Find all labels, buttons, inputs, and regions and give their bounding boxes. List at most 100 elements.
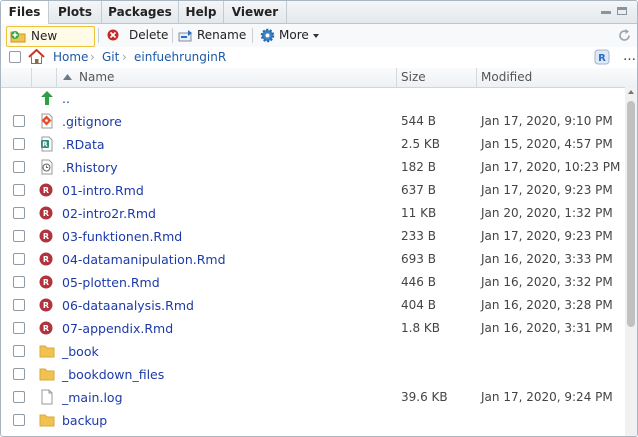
rmd-file-icon: R [39, 275, 53, 289]
file-row-checkbox[interactable] [13, 276, 25, 288]
file-row-checkbox[interactable] [13, 299, 25, 311]
rmd-file-icon: R [39, 183, 53, 197]
file-row-checkbox[interactable] [13, 414, 25, 426]
folder-icon [39, 368, 55, 381]
maximize-pane-button[interactable] [616, 6, 630, 18]
file-row-checkbox[interactable] [13, 115, 25, 127]
file-row[interactable]: R .RData 2.5 KB Jan 15, 2020, 4:57 PM [1, 133, 625, 156]
delete-label: Delete [129, 28, 169, 42]
scrollbar-thumb[interactable] [627, 101, 635, 327]
breadcrumb-git[interactable]: Git [102, 50, 119, 64]
file-name-link[interactable]: .. [62, 91, 70, 106]
go-to-directory-button[interactable]: … [623, 49, 636, 64]
file-name-link[interactable]: 04-datamanipulation.Rmd [62, 252, 226, 267]
svg-text:R: R [43, 186, 49, 195]
file-name-link[interactable]: 02-intro2r.Rmd [62, 206, 156, 221]
file-name-link[interactable]: .gitignore [62, 114, 122, 129]
file-modified: Jan 17, 2020, 9:24 PM [481, 390, 613, 404]
file-size: 544 B [401, 114, 436, 128]
file-row[interactable]: R 03-funktionen.Rmd 233 B Jan 17, 2020, 9:2… [1, 225, 625, 248]
column-divider [396, 68, 397, 87]
toolbar-divider [172, 28, 173, 43]
scroll-up-icon[interactable] [628, 90, 634, 94]
file-name-link[interactable]: 05-plotten.Rmd [62, 275, 160, 290]
breadcrumb-current[interactable]: einfuehrunginR [134, 50, 226, 64]
file-size: 404 B [401, 298, 436, 312]
file-modified: Jan 20, 2020, 1:32 PM [481, 206, 613, 220]
column-header-size[interactable]: Size [401, 68, 426, 87]
refresh-icon[interactable] [617, 28, 632, 43]
rmd-file-icon: R [39, 252, 53, 266]
file-row[interactable]: .. [1, 87, 625, 110]
maximize-icon [617, 7, 627, 15]
tab-plots[interactable]: Plots [49, 1, 102, 23]
file-row[interactable]: R 04-datamanipulation.Rmd 693 B Jan 16, 202… [1, 248, 625, 271]
folder-icon [39, 345, 55, 358]
tab-viewer[interactable]: Viewer [224, 1, 287, 23]
file-name-link[interactable]: _main.log [62, 390, 123, 405]
svg-text:R: R [43, 232, 49, 241]
column-header-modified[interactable]: Modified [481, 68, 532, 87]
svg-text:R: R [43, 324, 49, 333]
file-row[interactable]: R 01-intro.Rmd 637 B Jan 17, 2020, 9:23 PM [1, 179, 625, 202]
file-row-checkbox[interactable] [13, 368, 25, 380]
file-size: 693 B [401, 252, 436, 266]
rproject-icon[interactable]: R [594, 49, 610, 65]
file-row[interactable]: R 06-dataanalysis.Rmd 404 B Jan 16, 2020, 3… [1, 294, 625, 317]
tab-packages[interactable]: Packages [102, 1, 179, 23]
svg-text:R: R [43, 255, 49, 264]
column-header-name[interactable]: Name [79, 68, 114, 87]
file-name-link[interactable]: .Rhistory [62, 160, 118, 175]
file-row-checkbox[interactable] [13, 207, 25, 219]
tab-files[interactable]: Files [1, 1, 49, 24]
file-row-checkbox[interactable] [13, 161, 25, 173]
rmd-file-icon: R [39, 206, 53, 220]
home-icon[interactable] [28, 49, 45, 65]
file-name-link[interactable]: _book [62, 344, 99, 359]
file-name-link[interactable]: _bookdown_files [62, 367, 164, 382]
rename-button[interactable]: Rename [177, 26, 247, 45]
rmd-file-icon: R [39, 298, 53, 312]
history-file-icon [41, 159, 53, 175]
file-name-link[interactable]: 06-dataanalysis.Rmd [62, 298, 194, 313]
file-size: 39.6 KB [401, 390, 448, 404]
file-row-checkbox[interactable] [13, 345, 25, 357]
file-name-link[interactable]: 01-intro.Rmd [62, 183, 144, 198]
file-list-header: Name Size Modified [1, 68, 637, 88]
file-row-checkbox[interactable] [13, 138, 25, 150]
file-list: .. .gitignore 544 B Jan 17, 2020, 9:10 PM R.… [1, 87, 625, 436]
file-row[interactable]: .Rhistory 182 B Jan 17, 2020, 10:23 PM [1, 156, 625, 179]
rename-label: Rename [197, 28, 247, 42]
delete-icon [107, 29, 119, 41]
file-row[interactable]: .gitignore 544 B Jan 17, 2020, 9:10 PM [1, 110, 625, 133]
minimize-pane-button[interactable] [599, 6, 613, 18]
tab-help[interactable]: Help [179, 1, 224, 23]
file-row-checkbox[interactable] [13, 322, 25, 334]
file-row[interactable]: _book [1, 340, 625, 363]
files-pane: Files Plots Packages Help Viewer New Fol… [0, 0, 638, 437]
file-row[interactable]: R 05-plotten.Rmd 446 B Jan 16, 2020, 3:32 P… [1, 271, 625, 294]
file-name-link[interactable]: 07-appendix.Rmd [62, 321, 173, 336]
file-row-checkbox[interactable] [13, 391, 25, 403]
file-row[interactable]: backup [1, 409, 625, 432]
rmd-file-icon: R [39, 321, 53, 335]
more-menu-button[interactable]: More [259, 26, 323, 45]
select-all-checkbox[interactable] [9, 51, 21, 63]
file-row[interactable]: _main.log 39.6 KB Jan 17, 2020, 9:24 PM [1, 386, 625, 409]
vertical-scrollbar[interactable] [625, 87, 637, 436]
file-row[interactable]: R 02-intro2r.Rmd 11 KB Jan 20, 2020, 1:32 P… [1, 202, 625, 225]
breadcrumb-home[interactable]: Home [53, 50, 88, 64]
rename-icon [178, 30, 192, 42]
file-name-link[interactable]: .RData [62, 137, 105, 152]
file-row[interactable]: R 07-appendix.Rmd 1.8 KB Jan 16, 2020, 3:31… [1, 317, 625, 340]
file-row[interactable]: _bookdown_files [1, 363, 625, 386]
file-name-link[interactable]: backup [62, 413, 107, 428]
delete-button[interactable]: Delete [105, 26, 169, 45]
file-row-checkbox[interactable] [13, 184, 25, 196]
file-name-link[interactable]: 03-funktionen.Rmd [62, 229, 182, 244]
breadcrumb-separator: › [122, 50, 127, 64]
new-folder-button[interactable]: New Folder [6, 26, 95, 62]
column-divider [476, 68, 477, 87]
file-row-checkbox[interactable] [13, 253, 25, 265]
file-row-checkbox[interactable] [13, 230, 25, 242]
